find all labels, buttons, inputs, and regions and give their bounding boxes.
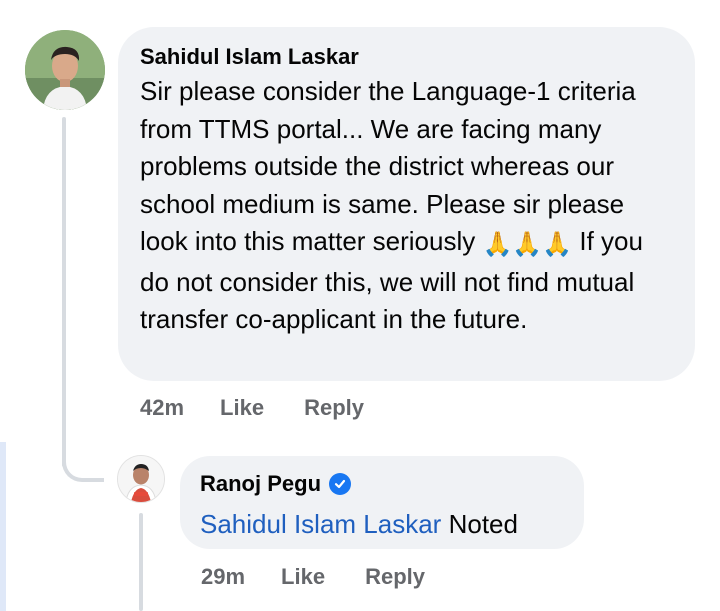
like-button[interactable]: Like bbox=[220, 395, 264, 421]
selection-edge bbox=[0, 442, 6, 611]
reply-author[interactable]: Ranoj Pegu bbox=[200, 470, 564, 498]
comment-author[interactable]: Sahidul Islam Laskar bbox=[140, 43, 673, 71]
comment-text: Sir please consider the Language-1 crite… bbox=[140, 73, 673, 339]
reply-text: Sahidul Islam Laskar Noted bbox=[200, 506, 564, 542]
comment-author-name[interactable]: Sahidul Islam Laskar bbox=[140, 43, 359, 71]
thread-connector-line bbox=[62, 117, 66, 467]
reply-author-avatar[interactable] bbox=[117, 455, 165, 503]
reply-timestamp[interactable]: 29m bbox=[201, 564, 245, 590]
comment-bubble: Sahidul Islam Laskar Sir please consider… bbox=[118, 27, 695, 381]
comment-thread: Sahidul Islam Laskar Sir please consider… bbox=[0, 0, 720, 611]
reply-reply-button[interactable]: Reply bbox=[365, 564, 425, 590]
thread-connector-curve bbox=[62, 436, 104, 482]
reply-message: Noted bbox=[448, 509, 518, 539]
reply-bubble: Ranoj Pegu Sahidul Islam Laskar Noted bbox=[180, 456, 584, 549]
reply-thread-connector-line bbox=[139, 513, 143, 611]
folded-hands-emoji: 🙏🙏🙏 bbox=[482, 231, 573, 258]
comment-timestamp[interactable]: 42m bbox=[140, 395, 184, 421]
person-avatar-icon bbox=[118, 456, 164, 502]
verified-badge-icon bbox=[329, 473, 352, 495]
reply-mention-link[interactable]: Sahidul Islam Laskar bbox=[200, 509, 441, 539]
reply-author-name[interactable]: Ranoj Pegu bbox=[200, 470, 321, 498]
reply-button[interactable]: Reply bbox=[304, 395, 364, 421]
commenter-avatar[interactable] bbox=[25, 30, 105, 110]
reply-like-button[interactable]: Like bbox=[281, 564, 325, 590]
reply-actions: 29m Like Reply bbox=[201, 564, 465, 590]
person-avatar-icon bbox=[25, 30, 105, 110]
comment-actions: 42m Like Reply bbox=[140, 395, 404, 421]
